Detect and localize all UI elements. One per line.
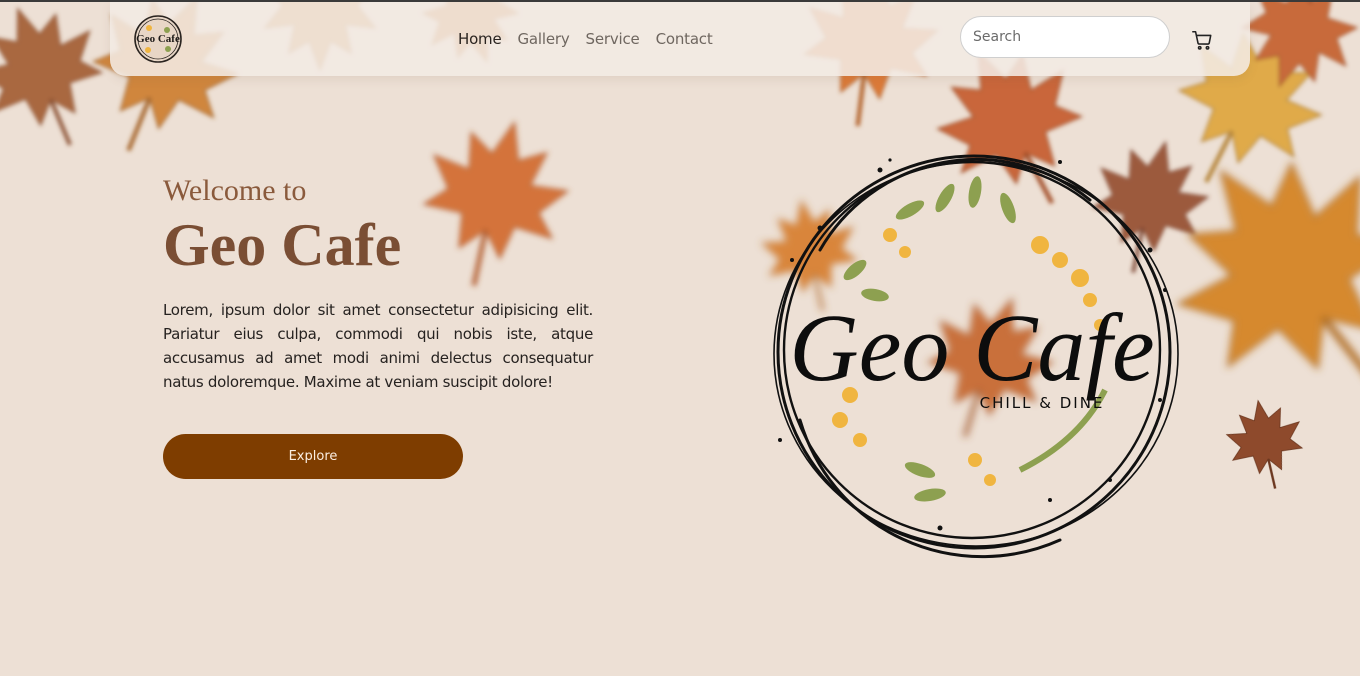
navbar: Geo Cafe Home Gallery Service Contact bbox=[110, 2, 1250, 76]
nav-home[interactable]: Home bbox=[458, 30, 502, 48]
welcome-text: Welcome to bbox=[163, 174, 307, 207]
brand-logo[interactable]: Geo Cafe bbox=[133, 14, 183, 64]
hero-description: Lorem, ipsum dolor sit amet consectetur … bbox=[163, 301, 593, 391]
explore-button[interactable]: Explore bbox=[163, 434, 463, 479]
brand-logo-text: Geo Cafe bbox=[136, 33, 180, 45]
cart-icon[interactable] bbox=[1191, 29, 1213, 51]
nav-links: Home Gallery Service Contact bbox=[458, 30, 713, 48]
top-border bbox=[0, 0, 1360, 2]
hero-title: Geo Cafe bbox=[163, 212, 402, 278]
nav-contact[interactable]: Contact bbox=[656, 30, 713, 48]
nav-service[interactable]: Service bbox=[586, 30, 640, 48]
search-input[interactable] bbox=[960, 16, 1170, 58]
logo-title-text: Geo Cafe bbox=[789, 294, 1154, 401]
geo-cafe-logo: Geo Cafe CHILL & DINE bbox=[773, 154, 1179, 559]
logo-tagline-text: CHILL & DINE bbox=[980, 394, 1105, 412]
nav-gallery[interactable]: Gallery bbox=[518, 30, 570, 48]
hero-section: Welcome to Geo Cafe Lorem, ipsum dolor s… bbox=[163, 170, 593, 394]
